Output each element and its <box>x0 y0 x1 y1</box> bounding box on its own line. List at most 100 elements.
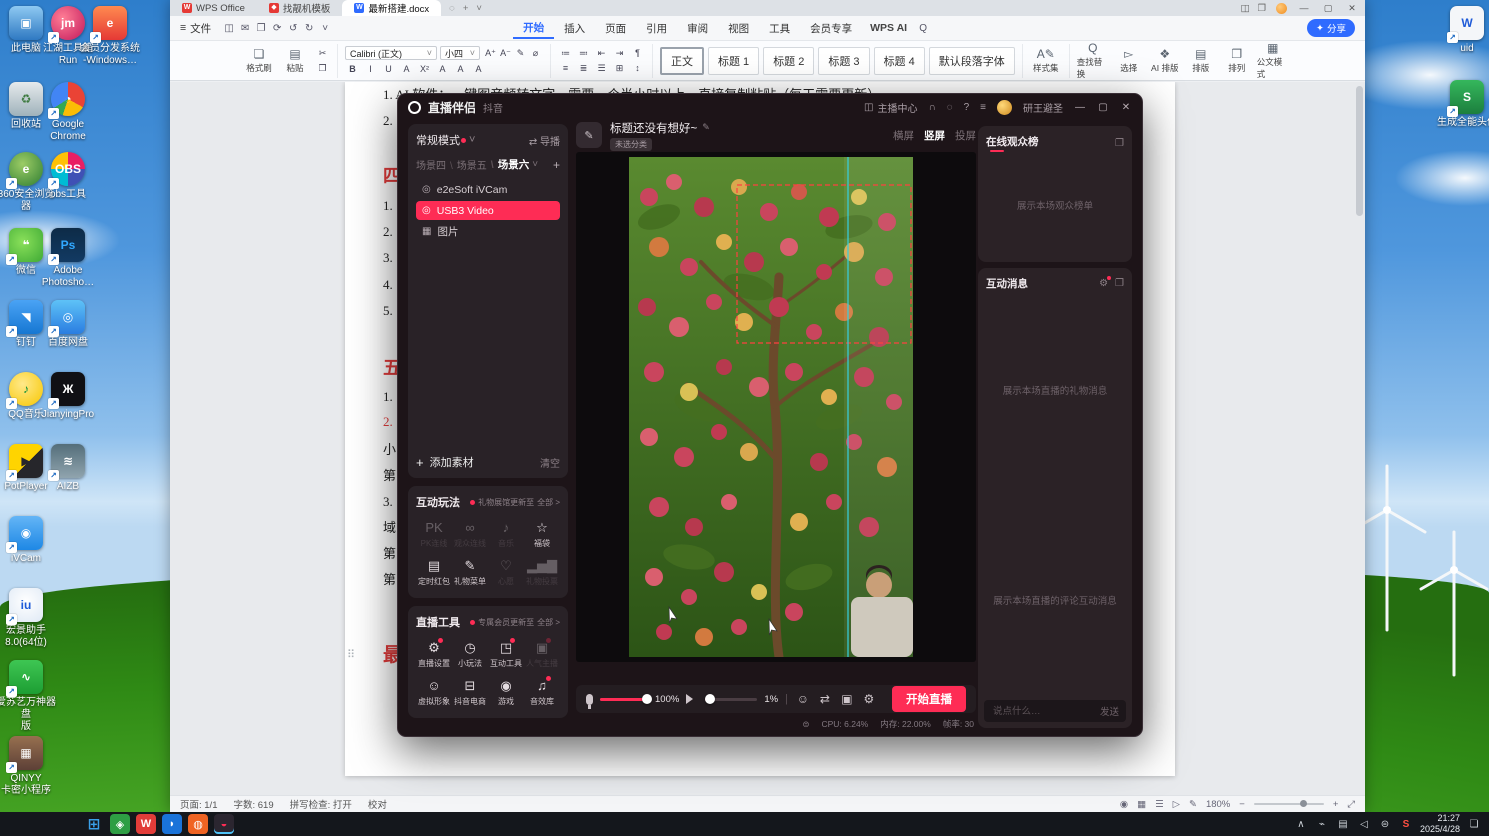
zoom-out-button[interactable]: − <box>1239 799 1245 810</box>
add-scene-button[interactable]: + <box>553 158 560 172</box>
status-item[interactable]: 校对 <box>368 797 387 811</box>
font-style-button[interactable]: I <box>363 62 378 75</box>
font-style-button[interactable]: A <box>399 62 414 75</box>
style-set-button[interactable]: A✎ 样式集 <box>1030 47 1062 74</box>
minimize-button[interactable]: — <box>1074 102 1086 113</box>
undo-icon[interactable]: ↺ <box>285 23 301 34</box>
send-button[interactable]: 发送 <box>1100 704 1119 718</box>
share-button[interactable]: ✦ 分享 <box>1307 19 1355 37</box>
desktop-icon[interactable]: Ж JianyingPro <box>36 372 100 421</box>
desktop-icon[interactable]: ◉ iVCam <box>0 516 58 565</box>
orientation-tab[interactable]: 横屏 <box>893 128 914 143</box>
style-preset[interactable]: 标题 4 <box>873 46 925 75</box>
tray-icon[interactable]: ∧ <box>1294 819 1308 830</box>
taskbar-app-icon[interactable]: ◈ <box>110 814 130 834</box>
font-size-select[interactable]: 小四 ˅ <box>440 46 480 60</box>
desktop-icon[interactable]: e 会员分发系统 -Windows… <box>78 6 142 67</box>
paragraph-drag-handle[interactable]: ⠿ <box>347 648 355 661</box>
ribbon-tab[interactable]: 审阅 <box>677 19 718 38</box>
stream-title[interactable]: 标题还没有想好~ <box>610 120 697 136</box>
start-live-button[interactable]: 开始直播 <box>892 686 966 712</box>
titlebar-tool-icon[interactable]: ❐ <box>1257 3 1266 14</box>
mic-volume-slider[interactable] <box>600 693 652 704</box>
tray-icon[interactable]: ⌁ <box>1315 819 1329 830</box>
zoom-slider[interactable] <box>1253 800 1324 807</box>
paragraph-button[interactable]: ≕ <box>576 47 591 60</box>
ribbon-tab[interactable]: 会员专享 <box>800 19 862 38</box>
status-item[interactable]: 字数: 619 <box>234 797 274 811</box>
interact-tool[interactable]: ✎ 礼物菜单 <box>452 558 488 587</box>
clear-sources-button[interactable]: 清空 <box>540 455 560 470</box>
font-style-button[interactable]: B <box>345 62 360 75</box>
minimize-button[interactable]: — <box>1297 3 1311 13</box>
more-caret-icon[interactable]: ˅ <box>317 23 333 34</box>
desktop-icon[interactable]: S 生成全能头像 <box>1435 80 1489 129</box>
font-style-button[interactable]: A <box>471 62 486 75</box>
interact-tool[interactable]: ♪ 音乐 <box>488 520 524 549</box>
paragraph-button[interactable]: ⇤ <box>594 47 609 60</box>
font-name-select[interactable]: Calibri (正文) ˅ <box>345 46 437 60</box>
paragraph-button[interactable]: ≔ <box>558 47 573 60</box>
caret-down-icon[interactable]: ˅ <box>469 134 475 146</box>
ribbon-tool-button[interactable]: ❖ AI 排版 <box>1149 47 1181 74</box>
taskbar-app-icon[interactable]: W <box>136 814 156 834</box>
caret-down-icon[interactable]: ˅ <box>532 159 538 170</box>
document-tab[interactable]: W 最新搭建.docx <box>342 0 442 16</box>
ribbon-tab[interactable]: 页面 <box>595 19 636 38</box>
desktop-icon[interactable]: OBS obs工具 <box>36 152 100 201</box>
view-mode-icon[interactable]: ✎ <box>1189 799 1197 810</box>
vertical-scrollbar[interactable] <box>1356 86 1363 216</box>
desktop-icon[interactable]: ◔ Google Chrome <box>36 82 100 143</box>
live-tool[interactable]: ▣ 人气主播 <box>524 638 560 669</box>
format-painter-button[interactable]: ❏ 格式刷 <box>243 47 275 74</box>
paragraph-button[interactable]: ≣ <box>576 62 591 75</box>
interact-tool[interactable]: ♡ 心愿 <box>488 558 524 587</box>
add-source-button[interactable]: 添加素材 <box>430 454 474 470</box>
live-tool[interactable]: ⊟ 抖音电商 <box>452 678 488 707</box>
control-bar-icon[interactable]: ⇄ <box>817 692 833 706</box>
user-avatar[interactable] <box>997 99 1012 115</box>
source-item[interactable]: ▦ 图片 <box>416 222 560 241</box>
paragraph-button[interactable]: ¶ <box>630 47 645 60</box>
gear-icon[interactable]: ⚙ <box>1099 276 1111 289</box>
document-tab[interactable]: W WPS Office <box>170 0 257 16</box>
maximize-button[interactable]: ▢ <box>1321 3 1335 14</box>
comment-icon[interactable]: ◌ <box>449 3 455 14</box>
font-style-button[interactable]: A <box>435 62 450 75</box>
microphone-icon[interactable] <box>586 693 593 709</box>
desktop-icon[interactable]: ∿ 爱苏艺万神器盘 版 <box>0 660 58 733</box>
desktop-icon[interactable]: iu 宏景助手 8.0(64位) <box>0 588 58 649</box>
anchor-center-button[interactable]: ◫ 主播中心 <box>864 100 917 115</box>
source-item[interactable]: ◎ USB3 Video <box>416 201 560 220</box>
interact-tool[interactable]: ▤ 定时红包 <box>416 558 452 587</box>
live-tool[interactable]: ♫ 音效库 <box>524 676 560 707</box>
ribbon-tab[interactable]: 引用 <box>636 19 677 38</box>
view-mode-icon[interactable]: ☰ <box>1155 799 1164 810</box>
style-preset[interactable]: 正文 <box>660 46 704 75</box>
taskbar-app-icon[interactable]: ◍ <box>188 814 208 834</box>
viewers-tab[interactable]: 在线观众榜 <box>986 134 1039 152</box>
fit-page-icon[interactable]: ⤢ <box>1347 799 1355 810</box>
titlebar-icon[interactable]: ≡ <box>980 102 986 113</box>
new-tab-button[interactable]: + <box>463 3 469 14</box>
desktop-icon[interactable]: ▦ QINYY 卡密小程序 <box>0 736 58 797</box>
font-style-button[interactable]: X² <box>417 62 432 75</box>
ribbon-tool-button[interactable]: ▦ 公文模式 <box>1257 41 1289 80</box>
tab-list-caret-icon[interactable]: ˅ <box>476 3 482 14</box>
live-tool[interactable]: ◉ 游戏 <box>488 678 524 707</box>
paste-button[interactable]: ▤ 粘贴 <box>279 47 311 74</box>
view-mode-icon[interactable]: ◉ <box>1120 799 1128 810</box>
titlebar-icon[interactable]: ◌ <box>947 102 953 113</box>
close-button[interactable]: ✕ <box>1120 102 1132 113</box>
zoom-level[interactable]: 180% <box>1206 799 1230 810</box>
control-bar-icon[interactable]: ▣ <box>839 692 855 706</box>
tray-icon[interactable]: ⊜ <box>1378 819 1392 830</box>
ribbon-tab[interactable]: 开始 <box>513 18 555 39</box>
status-item[interactable]: 页面: 1/1 <box>180 797 218 811</box>
quick-access-icon[interactable]: ⟳ <box>269 23 285 34</box>
category-tag[interactable]: 未选分类 <box>610 137 652 151</box>
taskbar-app-icon[interactable]: ◗ <box>162 814 182 834</box>
quick-access-icon[interactable]: ◫ <box>221 23 237 34</box>
desktop-icon[interactable]: Ps Adobe Photosho… <box>36 228 100 289</box>
notification-center-icon[interactable]: ❏ <box>1467 819 1481 830</box>
